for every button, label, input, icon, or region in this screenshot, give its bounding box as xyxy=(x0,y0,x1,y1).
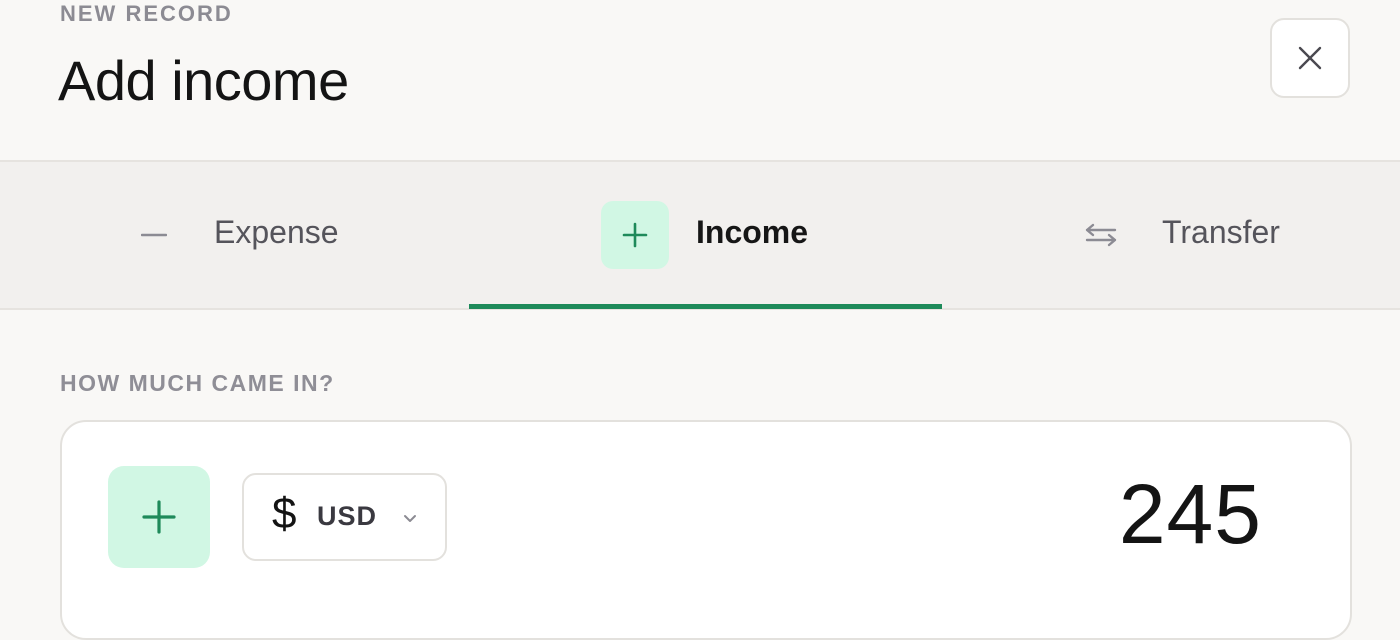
amount-input-card: $ USD 245 xyxy=(60,420,1352,640)
transfer-arrows-icon xyxy=(1067,201,1135,269)
minus-icon xyxy=(120,201,188,269)
tab-expense-label: Expense xyxy=(214,214,339,250)
tab-transfer-label: Transfer xyxy=(1162,214,1280,250)
chevron-down-icon xyxy=(404,515,416,522)
modal-header: NEW RECORD Add income xyxy=(0,0,1400,162)
page-title: Add income xyxy=(58,49,349,112)
currency-code: USD xyxy=(317,501,378,531)
sign-toggle-button[interactable] xyxy=(108,466,210,568)
plus-icon xyxy=(142,500,176,534)
record-type-tabs: Expense Income Transfer xyxy=(0,162,1400,310)
tab-income[interactable]: Income xyxy=(469,162,942,309)
currency-select[interactable]: $ USD xyxy=(242,473,447,561)
active-tab-indicator xyxy=(469,304,942,309)
close-button[interactable] xyxy=(1270,18,1350,98)
currency-symbol: $ xyxy=(272,489,297,538)
overline-label: NEW RECORD xyxy=(60,1,233,26)
tab-transfer[interactable]: Transfer xyxy=(942,162,1400,308)
amount-input[interactable]: 245 xyxy=(1119,466,1262,563)
plus-icon xyxy=(601,201,669,269)
tab-expense[interactable]: Expense xyxy=(0,162,469,308)
close-icon xyxy=(1298,46,1322,70)
amount-section-label: HOW MUCH CAME IN? xyxy=(60,370,335,396)
tab-income-label: Income xyxy=(696,214,809,250)
